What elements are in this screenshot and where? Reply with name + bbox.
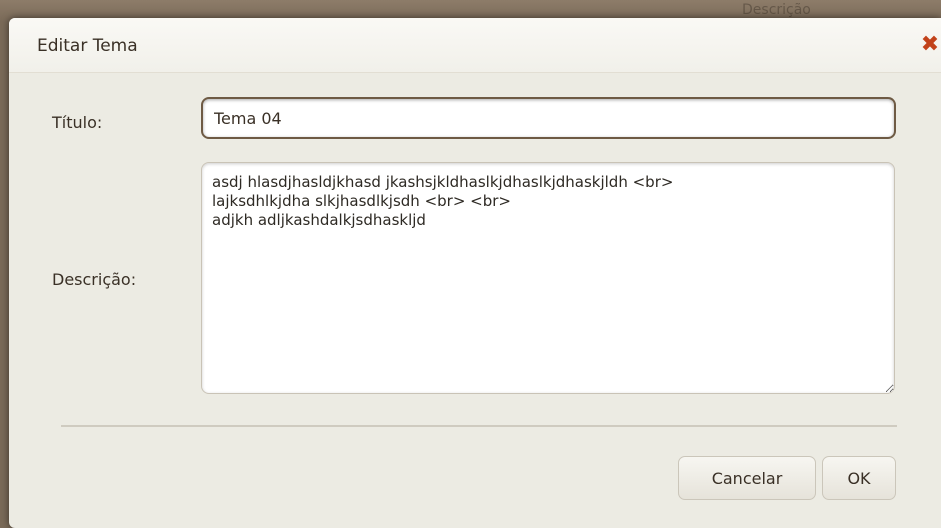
ok-button[interactable]: OK	[822, 456, 896, 500]
footer-divider	[61, 425, 897, 427]
description-textarea[interactable]: asdj hlasdjhasldjkhasd jkashsjkldhaslkjd…	[201, 162, 895, 394]
title-label: Título:	[52, 113, 103, 132]
dialog-title: Editar Tema	[37, 36, 138, 56]
background-column-header: Descrição	[742, 2, 811, 18]
title-input[interactable]	[201, 97, 896, 139]
dialog-titlebar: Editar Tema ✖	[9, 18, 941, 73]
close-icon[interactable]: ✖	[919, 34, 941, 56]
edit-theme-dialog: Editar Tema ✖ Título: Descrição: asdj hl…	[9, 18, 941, 528]
cancel-button[interactable]: Cancelar	[678, 456, 816, 500]
description-label: Descrição:	[52, 270, 137, 289]
